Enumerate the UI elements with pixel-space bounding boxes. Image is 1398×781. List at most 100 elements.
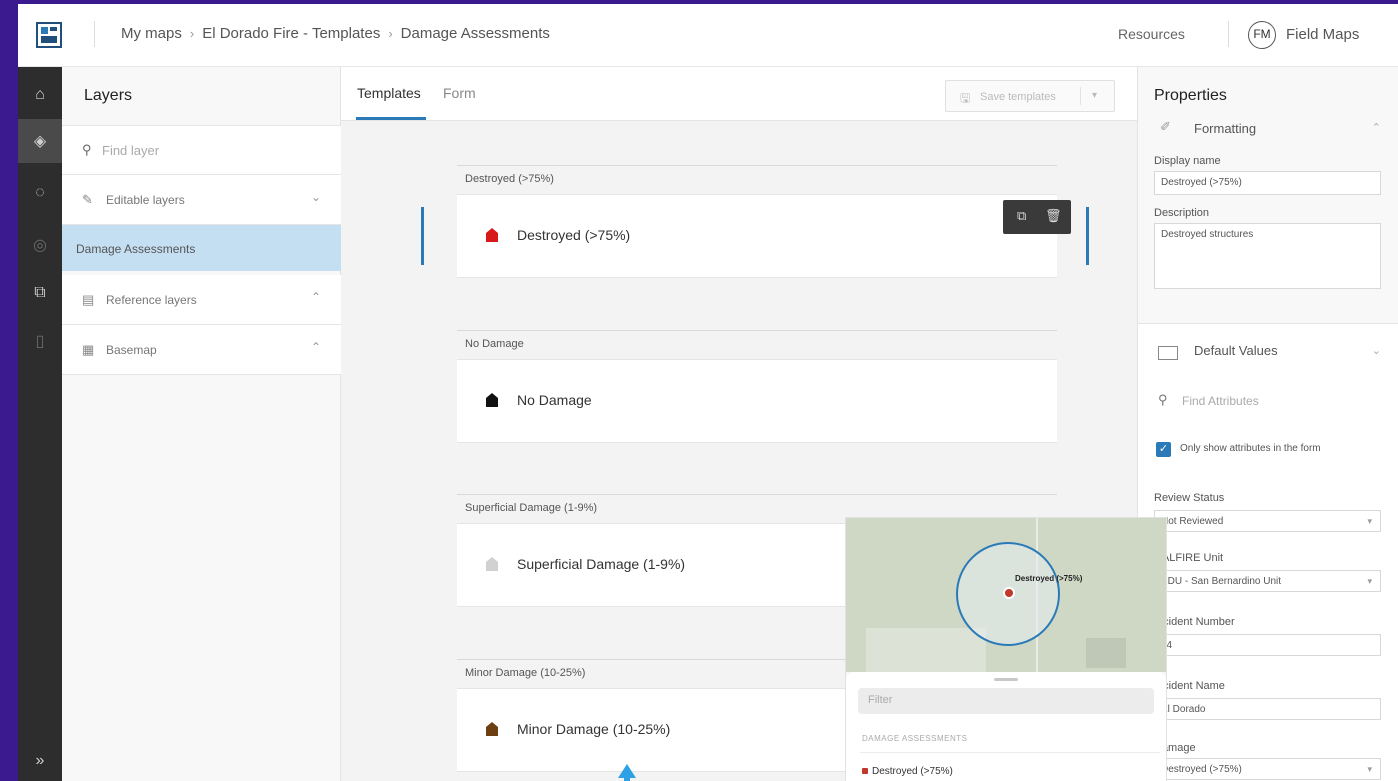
template-group-header: Minor Damage (10-25%) <box>465 667 586 679</box>
map-icon[interactable]: ◌ <box>18 171 62 215</box>
find-layer-input[interactable]: Find layer <box>102 143 159 158</box>
filter-input[interactable]: Filter <box>858 688 1154 714</box>
tab-templates[interactable]: Templates <box>357 85 421 101</box>
template-label: Superficial Damage (1-9%) <box>517 556 686 572</box>
formatting-section[interactable]: ✐ Formatting ⌃ <box>1138 113 1398 143</box>
selection-indicator <box>1086 207 1089 265</box>
field-maps-logo-icon[interactable] <box>36 22 62 48</box>
top-header: My maps › El Dorado Fire - Templates › D… <box>18 4 1398 67</box>
save-label: Save templates <box>980 91 1056 103</box>
damage-select[interactable]: Destroyed (>75%) ▾ <box>1154 758 1381 780</box>
only-show-label: Only show attributes in the form <box>1180 443 1321 454</box>
house-icon <box>486 722 498 736</box>
formatting-icon: ✐ <box>1160 119 1171 134</box>
basemap-icon: ▦ <box>82 342 95 357</box>
breadcrumb-map[interactable]: El Dorado Fire - Templates <box>202 25 380 42</box>
sheet-handle[interactable] <box>994 678 1018 681</box>
dim-icon[interactable]: ◎ <box>18 223 62 267</box>
left-rail: ⌂ ◈ ◌ ◎ ⧉ ▯ » <box>18 67 62 781</box>
find-layer-search[interactable]: ⚲ Find layer <box>62 125 341 175</box>
chevron-down-icon[interactable]: ⌄ <box>1372 344 1381 357</box>
filter-placeholder: Filter <box>868 694 893 706</box>
chevron-down-icon[interactable]: ▾ <box>1092 90 1097 101</box>
default-values-section: Default Values ⌄ ⚲ Find Attributes ✓ Onl… <box>1138 323 1398 781</box>
chevron-down-icon: ▾ <box>1367 516 1372 526</box>
template-card-no-damage[interactable]: No Damage <box>457 359 1057 443</box>
incident-name-field[interactable]: El Dorado <box>1154 698 1381 720</box>
layer-item-damage-assessments[interactable]: Damage Assessments <box>62 225 341 271</box>
display-name-label: Display name <box>1154 155 1221 167</box>
find-attributes-input[interactable]: Find Attributes <box>1182 394 1259 408</box>
display-name-field[interactable]: Destroyed (>75%) <box>1154 171 1381 195</box>
template-label: Destroyed (>75%) <box>517 227 631 243</box>
description-label: Description <box>1154 207 1210 219</box>
header-divider <box>1228 21 1229 47</box>
properties-panel: Properties ✐ Formatting ⌃ Display name D… <box>1137 67 1398 781</box>
group-editable-layers[interactable]: ✎ Editable layers ⌄ <box>62 175 341 225</box>
template-label: No Damage <box>517 392 592 408</box>
resources-link[interactable]: Resources <box>1118 26 1185 42</box>
damage-value: Destroyed (>75%) <box>1161 764 1242 775</box>
share-icon[interactable]: ⧉ <box>18 271 62 315</box>
layers-panel: Layers ⚲ Find layer ✎ Editable layers ⌄ … <box>62 67 341 781</box>
breadcrumb-layer: Damage Assessments <box>400 25 550 42</box>
map-parcel <box>1086 638 1126 668</box>
device-icon[interactable]: ▯ <box>18 319 62 363</box>
house-icon <box>486 557 498 571</box>
group-divider <box>457 165 1057 166</box>
incident-number-field[interactable]: 74 <box>1154 634 1381 656</box>
breadcrumb-separator: › <box>189 26 195 41</box>
description-field[interactable]: Destroyed structures <box>1154 223 1381 289</box>
formatting-label: Formatting <box>1194 121 1257 136</box>
feature-pin-icon[interactable] <box>1003 587 1015 599</box>
home-icon[interactable]: ⌂ <box>18 73 62 117</box>
chevron-down-icon[interactable]: ⌄ <box>311 190 321 204</box>
breadcrumb-my-maps[interactable]: My maps <box>121 25 182 42</box>
document-icon: ▤ <box>82 292 95 307</box>
expand-icon[interactable]: » <box>18 739 62 781</box>
mobile-preview: Destroyed (>75%) Filter DAMAGE ASSESSMEN… <box>846 518 1166 781</box>
copy-icon[interactable]: ⧉ <box>1017 208 1026 224</box>
tab-form[interactable]: Form <box>443 85 476 101</box>
incident-number-label: Incident Number <box>1154 616 1235 628</box>
template-group-header: Superficial Damage (1-9%) <box>465 502 598 514</box>
save-icon: 🖫 <box>960 91 971 105</box>
group-basemap[interactable]: ▦ Basemap ⌃ <box>62 325 341 375</box>
preview-map: Destroyed (>75%) <box>846 518 1166 678</box>
only-show-checkbox[interactable]: ✓ <box>1156 442 1171 457</box>
group-reference-layers[interactable]: ▤ Reference layers ⌃ <box>62 275 341 325</box>
template-label: Minor Damage (10-25%) <box>517 721 671 737</box>
trash-icon[interactable]: 🗑 <box>1045 208 1062 224</box>
tab-bar: Templates Form 🖫 Save templates ▾ <box>341 67 1137 121</box>
breadcrumb: My maps › El Dorado Fire - Templates › D… <box>121 25 550 42</box>
group-label: Editable layers <box>106 193 185 207</box>
divider <box>860 752 1160 753</box>
template-group-header: Destroyed (>75%) <box>465 173 554 185</box>
template-card-destroyed[interactable]: Destroyed (>75%) <box>457 194 1057 278</box>
calfire-unit-select[interactable]: BDU - San Bernardino Unit ▾ <box>1154 570 1381 592</box>
field-maps-app: My maps › El Dorado Fire - Templates › D… <box>18 4 1398 781</box>
pointer-arrow-icon <box>618 764 636 778</box>
review-status-value: Not Reviewed <box>1161 516 1224 527</box>
avatar[interactable]: FM <box>1248 21 1276 49</box>
card-toolbar: ⧉ 🗑 <box>1003 200 1071 234</box>
preview-template-item[interactable]: Destroyed (>75%) <box>872 766 953 777</box>
chevron-up-icon[interactable]: ⌃ <box>311 340 321 354</box>
review-status-label: Review Status <box>1154 492 1225 504</box>
map-parcel <box>866 628 986 678</box>
template-group-header: No Damage <box>465 338 524 350</box>
review-status-select[interactable]: Not Reviewed ▾ <box>1154 510 1381 532</box>
search-icon: ⚲ <box>82 142 92 157</box>
properties-title: Properties <box>1154 87 1227 104</box>
group-divider <box>457 330 1057 331</box>
save-templates-button[interactable]: 🖫 Save templates ▾ <box>945 80 1115 112</box>
edit-icon: ✎ <box>82 192 93 207</box>
house-icon <box>486 393 498 407</box>
layers-title: Layers <box>84 87 133 104</box>
button-divider <box>1080 87 1081 105</box>
chevron-up-icon[interactable]: ⌃ <box>311 290 321 304</box>
layers-icon[interactable]: ◈ <box>18 119 62 163</box>
chevron-up-icon[interactable]: ⌃ <box>1372 121 1381 134</box>
default-values-label[interactable]: Default Values <box>1194 343 1278 358</box>
map-feature-label: Destroyed (>75%) <box>1015 574 1083 583</box>
